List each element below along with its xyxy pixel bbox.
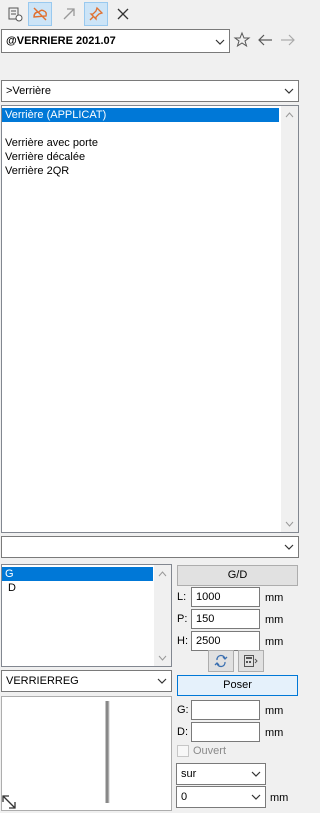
calculator-icon xyxy=(244,655,258,667)
product-preview-image xyxy=(2,701,110,809)
offset-g-unit: mm xyxy=(265,705,284,717)
list-item[interactable]: Verrière 2QR xyxy=(2,164,279,178)
list-item[interactable]: D xyxy=(2,581,153,595)
position-select[interactable]: sur xyxy=(176,763,266,785)
dimension-h-label: H: xyxy=(177,635,188,647)
product-list-items: Verrière (APPLICAT) Verrière avec porte … xyxy=(2,108,279,178)
back-arrow-icon[interactable] xyxy=(256,31,274,49)
dimension-h-unit: mm xyxy=(265,636,284,648)
resize-icon[interactable] xyxy=(2,795,16,809)
catalog-value: @VERRIERE 2021.07 xyxy=(6,35,116,47)
preview-panel xyxy=(1,696,172,811)
chevron-down-icon xyxy=(157,678,167,684)
pin-icon[interactable] xyxy=(84,2,108,26)
side-list[interactable]: G D xyxy=(1,564,172,667)
catalog-select[interactable]: @VERRIERE 2021.07 xyxy=(1,29,230,53)
offset-g-field[interactable] xyxy=(191,700,260,720)
dimension-p-label: P: xyxy=(177,613,188,625)
reference-value: VERRIERREG xyxy=(6,675,79,687)
chevron-down-icon xyxy=(215,39,225,45)
product-list-scrollbar[interactable] xyxy=(281,106,298,532)
chevron-down-icon xyxy=(284,544,294,550)
position-value-select[interactable]: 0 xyxy=(176,786,266,808)
ouvert-label: Ouvert xyxy=(193,745,227,757)
scroll-down-icon[interactable] xyxy=(154,649,171,666)
gd-button[interactable]: G/D xyxy=(177,565,298,586)
dimension-l-field[interactable]: 1000 xyxy=(191,587,260,607)
properties-icon[interactable] xyxy=(3,2,27,26)
dimension-l-unit: mm xyxy=(265,592,284,604)
ouvert-checkbox[interactable] xyxy=(177,745,189,757)
calculator-button[interactable] xyxy=(238,650,264,672)
star-icon[interactable] xyxy=(233,31,251,49)
toolbar xyxy=(0,0,300,28)
scroll-down-icon[interactable] xyxy=(281,515,298,532)
scroll-up-icon[interactable] xyxy=(281,106,298,123)
arrow-icon[interactable] xyxy=(57,2,81,26)
list-item[interactable]: Verrière décalée xyxy=(2,150,279,164)
list-item[interactable]: Verrière avec porte xyxy=(2,136,279,150)
chevron-down-icon xyxy=(284,88,294,94)
list-item[interactable]: G xyxy=(2,567,153,581)
dimension-h-field[interactable]: 2500 xyxy=(191,631,260,651)
offset-g-label: G: xyxy=(177,704,189,716)
refresh-button[interactable] xyxy=(208,650,234,672)
reference-select[interactable]: VERRIERREG xyxy=(1,670,172,692)
refresh-icon xyxy=(214,654,228,668)
side-list-scrollbar[interactable] xyxy=(154,565,171,666)
chevron-down-icon xyxy=(251,771,261,777)
position-value-unit: mm xyxy=(270,792,289,804)
close-icon[interactable] xyxy=(111,2,135,26)
dimension-p-unit: mm xyxy=(265,614,284,626)
family-select[interactable]: >Verrière xyxy=(1,80,299,102)
option-select[interactable] xyxy=(1,536,299,558)
dimension-l-label: L: xyxy=(177,591,187,603)
poser-button[interactable]: Poser xyxy=(177,675,298,696)
family-value: >Verrière xyxy=(6,85,51,97)
position-value-text: 0 xyxy=(181,791,188,803)
dimension-p-field[interactable]: 150 xyxy=(191,609,260,629)
offset-d-unit: mm xyxy=(265,727,284,739)
list-item[interactable] xyxy=(2,122,279,136)
position-value: sur xyxy=(181,768,197,780)
list-item[interactable]: Verrière (APPLICAT) xyxy=(2,108,279,122)
forward-arrow-icon[interactable] xyxy=(279,31,297,49)
side-list-items: G D xyxy=(2,567,153,595)
offset-d-field[interactable] xyxy=(191,722,260,742)
hide-icon[interactable] xyxy=(28,2,52,26)
chevron-down-icon xyxy=(251,794,261,800)
offset-d-label: D: xyxy=(177,726,188,738)
scroll-up-icon[interactable] xyxy=(154,565,171,582)
product-list[interactable]: Verrière (APPLICAT) Verrière avec porte … xyxy=(1,105,299,533)
